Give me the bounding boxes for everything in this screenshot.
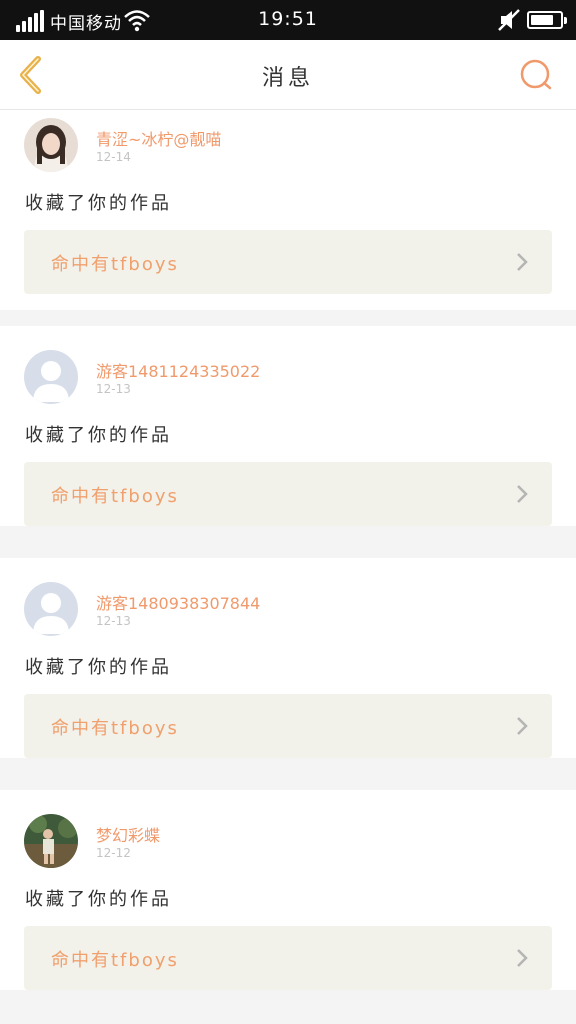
photo-avatar-girl (24, 118, 78, 172)
notification-item: 游客1481124335022 12-13 收藏了你的作品 命中有tfboys (0, 326, 576, 526)
notification-date: 12-14 (96, 150, 131, 164)
photo-avatar-child (24, 814, 78, 868)
top-navigation-bar: 消息 (0, 40, 576, 110)
work-link[interactable]: 命中有tfboys (24, 926, 552, 990)
notification-item: 梦幻彩蝶 12-12 收藏了你的作品 命中有tfboys (0, 790, 576, 990)
username[interactable]: 游客1480938307844 (96, 590, 260, 614)
work-title: 命中有tfboys (51, 254, 179, 275)
page-title: 消息 (261, 66, 314, 91)
notification-date: 12-13 (96, 614, 131, 628)
chevron-right-icon (517, 253, 528, 271)
username[interactable]: 梦幻彩蝶 (96, 822, 160, 846)
battery-level-fill (531, 15, 553, 25)
work-title: 命中有tfboys (51, 718, 179, 739)
notification-item: 游客1480938307844 12-13 收藏了你的作品 命中有tfboys (0, 558, 576, 758)
user-avatar[interactable] (24, 814, 78, 868)
work-link[interactable]: 命中有tfboys (24, 694, 552, 758)
action-text: 收藏了你的作品 (25, 425, 172, 446)
mute-icon (498, 9, 520, 31)
action-text: 收藏了你的作品 (25, 193, 172, 214)
user-avatar[interactable] (24, 350, 78, 404)
default-avatar-icon (24, 350, 78, 404)
search-icon[interactable] (518, 57, 554, 93)
chevron-right-icon (517, 949, 528, 967)
chevron-right-icon (517, 717, 528, 735)
action-text: 收藏了你的作品 (25, 657, 172, 678)
work-title: 命中有tfboys (51, 486, 179, 507)
username[interactable]: 青涩~冰柠@靓喵 (96, 126, 221, 150)
status-bar: 中国移动 19:51 (0, 0, 576, 40)
notification-date: 12-12 (96, 846, 131, 860)
work-link[interactable]: 命中有tfboys (24, 462, 552, 526)
notification-item: 青涩~冰柠@靓喵 12-14 收藏了你的作品 命中有tfboys (0, 110, 576, 310)
work-title: 命中有tfboys (51, 950, 179, 971)
user-avatar[interactable] (24, 582, 78, 636)
notification-date: 12-13 (96, 382, 131, 396)
work-link[interactable]: 命中有tfboys (24, 230, 552, 294)
battery-icon (527, 11, 567, 29)
username[interactable]: 游客1481124335022 (96, 358, 260, 382)
default-avatar-icon (24, 582, 78, 636)
action-text: 收藏了你的作品 (25, 889, 172, 910)
chevron-right-icon (517, 485, 528, 503)
user-avatar[interactable] (24, 118, 78, 172)
clock: 19:51 (258, 8, 318, 30)
